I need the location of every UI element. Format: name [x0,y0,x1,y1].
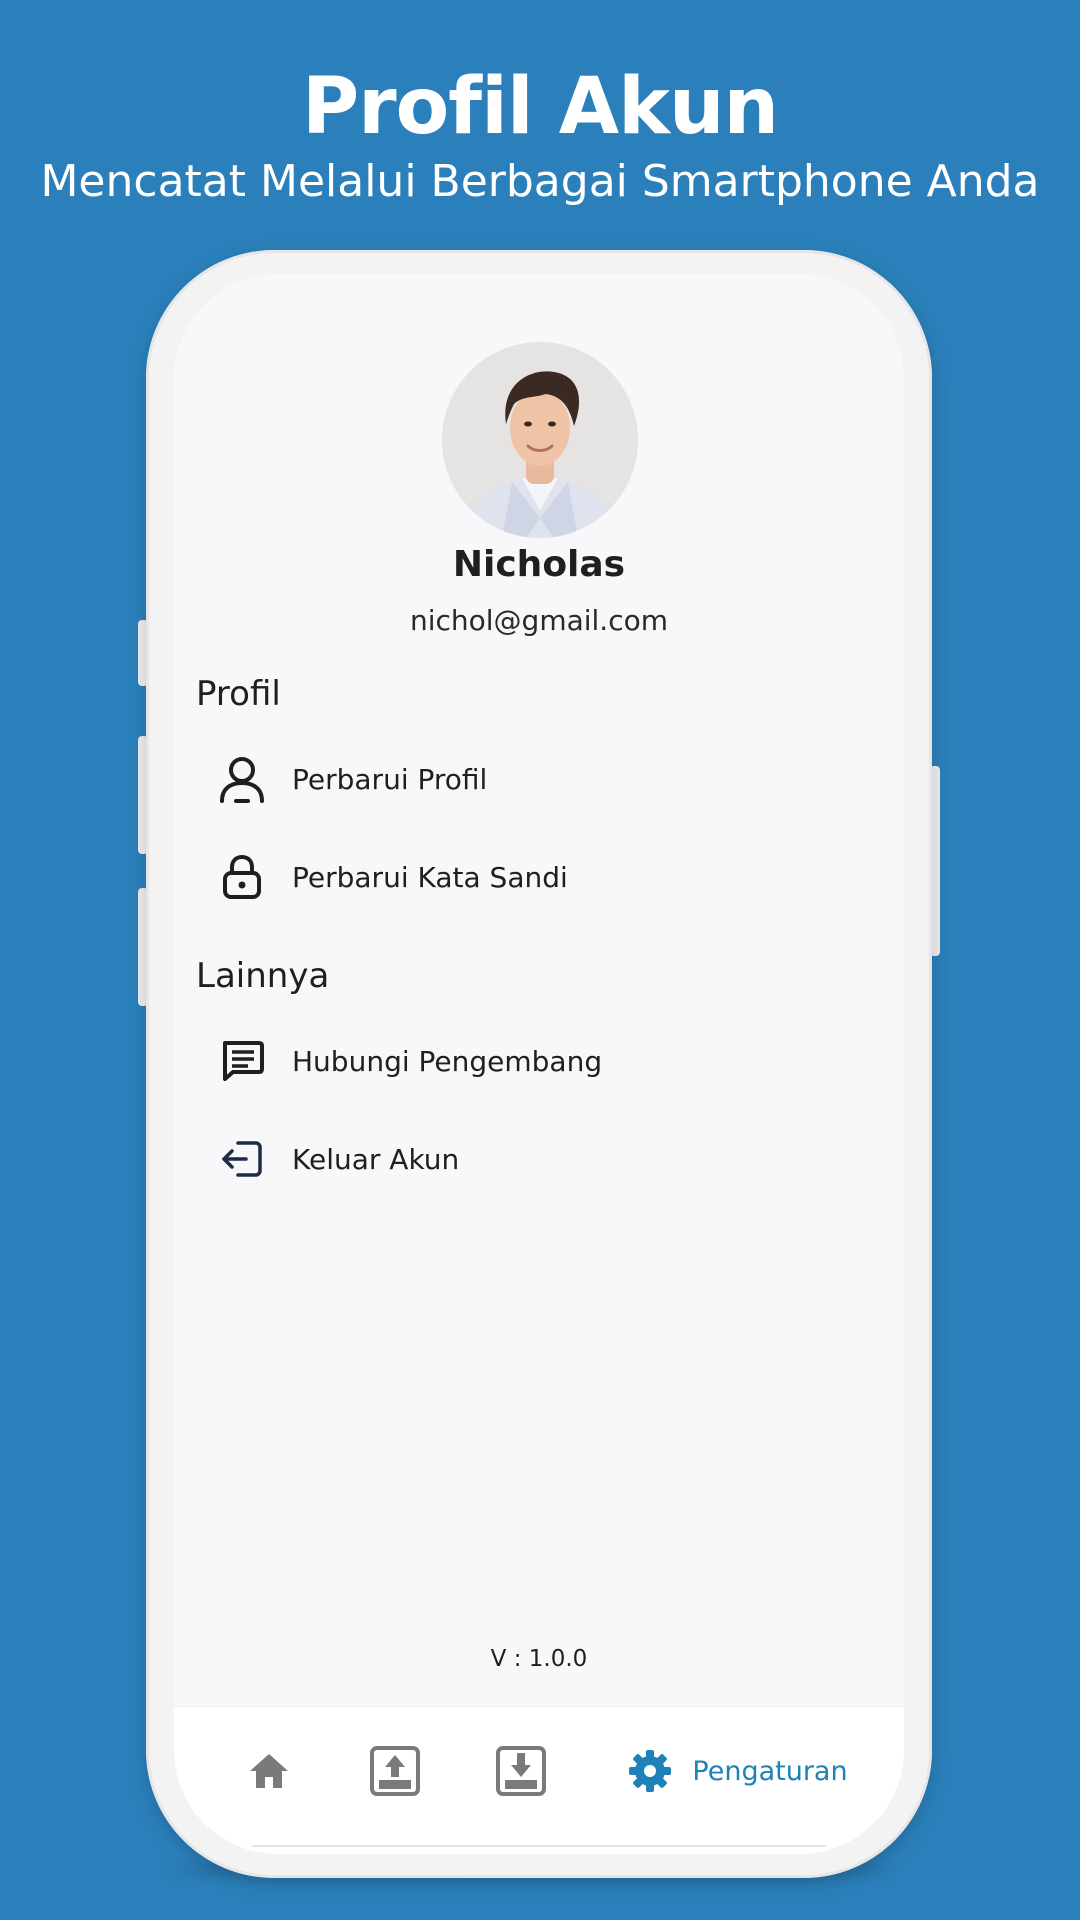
section-title-profile: Profil [196,674,281,714]
nav-home[interactable] [232,1741,306,1801]
nav-upload[interactable] [358,1741,432,1801]
section-title-other: Lainnya [196,956,330,996]
phone-screen: Nicholas nichol@gmail.com Profil Perbaru… [174,274,904,1854]
avatar[interactable] [442,342,638,538]
menu-item-update-password[interactable]: Perbarui Kata Sandi [204,840,864,914]
home-icon [250,1754,288,1788]
message-icon [204,1031,280,1091]
menu-item-logout[interactable]: Keluar Akun [204,1122,864,1196]
menu-item-contact-developer[interactable]: Hubungi Pengembang [204,1024,864,1098]
person-icon [204,749,280,809]
menu-item-update-profile[interactable]: Perbarui Profil [204,742,864,816]
lock-icon [204,847,280,907]
user-email: nichol@gmail.com [409,604,669,637]
nav-download[interactable] [484,1741,558,1801]
bottom-navigation: Pengaturan [174,1706,904,1854]
logout-icon [204,1129,280,1189]
banner-subtitle: Mencatat Melalui Berbagai Smartphone And… [40,156,1040,207]
nav-settings-label: Pengaturan [692,1755,848,1787]
nav-settings[interactable]: Pengaturan [608,1741,868,1801]
gear-icon [629,1750,672,1792]
menu-item-label: Hubungi Pengembang [292,1044,603,1078]
app-version: V : 1.0.0 [490,1646,588,1672]
home-indicator [252,1845,826,1847]
menu-item-label: Keluar Akun [292,1142,460,1176]
upload-icon [370,1746,420,1796]
menu-item-label: Perbarui Kata Sandi [292,860,568,894]
user-name: Nicholas [452,544,626,585]
banner-title: Profil Akun [301,62,779,152]
download-icon [496,1746,546,1796]
user-photo-icon [442,342,638,538]
menu-item-label: Perbarui Profil [292,762,488,796]
